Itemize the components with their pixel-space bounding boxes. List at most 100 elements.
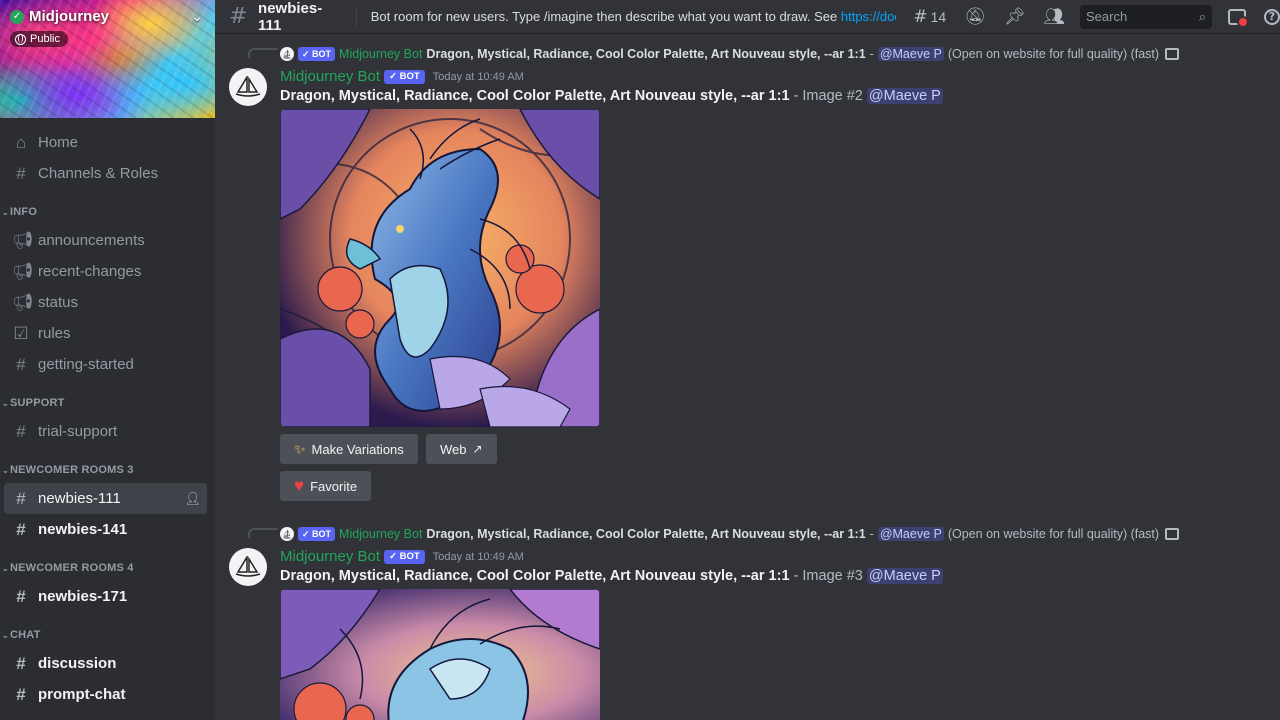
make-variations-button[interactable]: ✨︎ Make Variations xyxy=(280,434,418,464)
channel-prompt-chat[interactable]: # prompt-chat xyxy=(4,679,207,710)
message-header: Midjourney Bot ✓ BOT Today at 10:49 AM xyxy=(280,548,524,565)
bot-tag: ✓ BOT xyxy=(384,69,425,84)
help-icon[interactable]: ? xyxy=(1264,8,1280,25)
server-header[interactable]: ✓ Midjourney ⌄ xyxy=(10,8,203,25)
channel-label: status xyxy=(38,294,79,311)
category-support[interactable]: ⌄ SUPPORT xyxy=(0,390,215,416)
channel-title: newbies-111 xyxy=(258,0,323,34)
channel-topic[interactable]: Bot room for new users. Type /imagine th… xyxy=(371,9,897,24)
message-content: Dragon, Mystical, Radiance, Cool Color P… xyxy=(280,568,943,584)
threads-icon: # xyxy=(16,654,26,673)
pin-icon: 📌︎ xyxy=(1003,6,1026,27)
chevron-down-icon: ⌄ xyxy=(2,465,9,475)
chevron-down-icon[interactable]: ⌄ xyxy=(191,9,203,25)
sailboat-icon xyxy=(235,76,261,97)
channel-newbies-171[interactable]: # newbies-171 xyxy=(4,581,207,612)
channel-status[interactable]: 📢︎ status xyxy=(4,287,207,318)
favorite-label: Favorite xyxy=(310,478,358,494)
add-member-icon[interactable]: 👤︎ xyxy=(184,491,201,507)
channel-label: announcements xyxy=(38,232,145,249)
avatar[interactable] xyxy=(229,548,267,586)
category-label: NEWCOMER ROOMS 3 xyxy=(10,464,134,476)
mention[interactable]: @Maeve P xyxy=(866,88,943,104)
channel-label: discussion xyxy=(38,655,117,672)
generated-image[interactable] xyxy=(280,109,600,427)
nav-home[interactable]: ⌂ Home xyxy=(4,127,207,158)
category-info-label: INFO xyxy=(10,206,38,218)
message-list: ⛵︎ ✓ BOT Midjourney Bot Dragon, Mystical… xyxy=(215,35,1280,720)
nav-channels-roles[interactable]: # Channels & Roles xyxy=(4,158,207,189)
channel-rules[interactable]: ☑ rules xyxy=(4,318,207,349)
reply-preview[interactable]: ⛵︎ ✓ BOT Midjourney Bot Dragon, Mystical… xyxy=(280,525,1180,543)
chevron-down-icon: ⌄ xyxy=(2,207,9,217)
avatar[interactable] xyxy=(229,68,267,106)
channel-recent-changes[interactable]: 📢︎ recent-changes xyxy=(4,256,207,287)
member-list-button[interactable]: 👥︎ xyxy=(1043,7,1065,27)
search-input[interactable]: Search ⌕ xyxy=(1080,4,1212,29)
mute-notifications-button[interactable]: 🔕︎ xyxy=(964,7,986,27)
channel-newbies-141[interactable]: # newbies-141 xyxy=(4,514,207,545)
channel-topbar: # newbies-111 Bot room for new users. Ty… xyxy=(215,0,1280,34)
server-name: Midjourney xyxy=(29,8,110,25)
message-header: Midjourney Bot ✓ BOT Today at 10:49 AM xyxy=(280,68,524,85)
public-badge: Public xyxy=(10,31,68,47)
topic-text: Bot room for new users. Type /imagine th… xyxy=(370,9,841,24)
image-index: - Image #2 xyxy=(789,88,867,104)
category-label: NEWCOMER ROOMS 4 xyxy=(10,562,134,574)
channel-label: getting-started xyxy=(38,356,134,373)
reply-mention[interactable]: @Maeve P xyxy=(877,527,944,541)
bot-tag: ✓ BOT xyxy=(298,47,336,61)
category-info[interactable]: ⌄ INFO xyxy=(0,199,215,225)
public-badge-label: Public xyxy=(30,33,60,45)
bot-tag: ✓ BOT xyxy=(384,549,425,564)
category-chat[interactable]: ⌄ CHAT xyxy=(0,622,215,648)
server-banner[interactable]: ✓ Midjourney ⌄ Public xyxy=(0,0,215,118)
reply-note: (Open on website for full quality) (fast… xyxy=(947,527,1160,541)
members-icon: 👥︎ xyxy=(1043,6,1065,27)
category-newcomer-rooms-3[interactable]: ⌄ NEWCOMER ROOMS 3 xyxy=(0,457,215,483)
channel-label: prompt-chat xyxy=(38,686,126,703)
reply-connector xyxy=(248,48,278,58)
channel-list: ⌂ Home # Channels & Roles ⌄ INFO 📢︎ anno… xyxy=(0,118,215,710)
pinned-messages-button[interactable]: 📌︎ xyxy=(1004,7,1026,27)
threads-icon: # xyxy=(16,587,26,606)
mention[interactable]: @Maeve P xyxy=(866,568,943,584)
author-name[interactable]: Midjourney Bot xyxy=(280,68,380,85)
threads-icon: # xyxy=(16,685,26,704)
topbar-icons: # 14 🔕︎ 📌︎ 👥︎ Search ⌕ ? xyxy=(904,4,1280,29)
image-icon xyxy=(1165,48,1180,60)
reply-mention[interactable]: @Maeve P xyxy=(877,47,944,61)
category-newcomer-rooms-4[interactable]: ⌄ NEWCOMER ROOMS 4 xyxy=(0,555,215,581)
channel-newbies-111[interactable]: # newbies-111 👤︎ xyxy=(4,483,207,514)
web-label: Web xyxy=(440,441,467,457)
bot-avatar-icon: ⛵︎ xyxy=(280,47,294,61)
threads-icon: # xyxy=(913,6,928,27)
reply-note: (Open on website for full quality) (fast… xyxy=(947,47,1160,61)
prompt-text: Dragon, Mystical, Radiance, Cool Color P… xyxy=(280,568,790,584)
inbox-icon[interactable] xyxy=(1228,8,1249,28)
channel-discussion[interactable]: # discussion xyxy=(4,648,207,679)
image-index: - Image #3 xyxy=(789,568,867,584)
generated-image[interactable] xyxy=(280,589,600,720)
megaphone-icon: 📢︎ xyxy=(12,293,34,312)
channel-sidebar: ✓ Midjourney ⌄ Public ⌂ Home # Channels … xyxy=(0,0,215,720)
threads-count: 14 xyxy=(930,8,947,25)
threads-icon: # xyxy=(229,4,248,29)
reply-author[interactable]: Midjourney Bot xyxy=(339,47,422,61)
favorite-button[interactable]: ♥ Favorite xyxy=(280,471,372,501)
reply-preview[interactable]: ⛵︎ ✓ BOT Midjourney Bot Dragon, Mystical… xyxy=(280,45,1180,63)
channel-label: newbies-141 xyxy=(38,521,128,538)
reply-author[interactable]: Midjourney Bot xyxy=(339,527,422,541)
megaphone-icon: 📢︎ xyxy=(12,231,34,250)
author-name[interactable]: Midjourney Bot xyxy=(280,548,380,565)
web-button[interactable]: Web ↗ xyxy=(426,434,497,464)
channel-announcements[interactable]: 📢︎ announcements xyxy=(4,225,207,256)
channel-getting-started[interactable]: # getting-started xyxy=(4,349,207,380)
threads-button[interactable]: # 14 xyxy=(913,7,946,27)
reply-separator: - xyxy=(869,527,874,541)
channel-label: rules xyxy=(38,325,71,342)
channel-trial-support[interactable]: # trial-support xyxy=(4,416,207,447)
magic-wand-icon: ✨︎ xyxy=(294,440,306,457)
topic-link[interactable]: https://docs.midj... xyxy=(841,9,897,24)
search-icon: ⌕ xyxy=(1198,8,1206,24)
